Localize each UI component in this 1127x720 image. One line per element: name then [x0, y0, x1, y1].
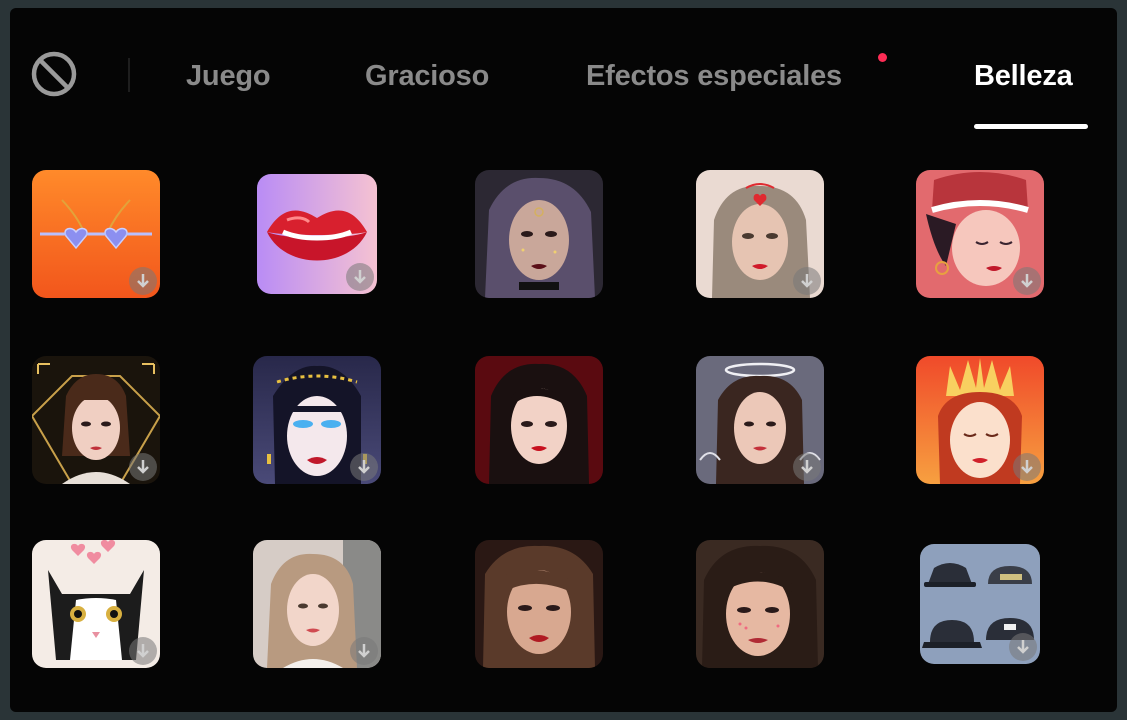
download-icon[interactable]	[129, 453, 157, 481]
effect-blonde-heart[interactable]	[696, 170, 824, 298]
effect-cat-hearts[interactable]	[32, 540, 160, 668]
face-portrait	[696, 540, 824, 668]
download-icon[interactable]	[129, 267, 157, 295]
effect-angel-halo[interactable]	[696, 356, 824, 484]
effect-hats[interactable]	[920, 544, 1040, 664]
effect-category-tabs: Juego Gracioso Efectos especiales Bellez…	[10, 8, 1117, 148]
effect-sun-crown[interactable]	[916, 356, 1044, 484]
download-icon[interactable]	[129, 637, 157, 665]
face-portrait	[475, 356, 603, 484]
effect-red-lips[interactable]	[257, 174, 377, 294]
face-portrait	[475, 170, 603, 298]
download-icon[interactable]	[1013, 267, 1041, 295]
effect-dark-makeup[interactable]	[475, 170, 603, 298]
download-icon[interactable]	[350, 453, 378, 481]
effect-sparkle-freckles[interactable]	[696, 540, 824, 668]
effect-red-lip-beauty[interactable]	[475, 356, 603, 484]
effect-cartoon-hat-girl[interactable]	[916, 170, 1044, 298]
download-icon[interactable]	[1013, 453, 1041, 481]
download-icon[interactable]	[793, 267, 821, 295]
effect-soft-glow[interactable]	[253, 540, 381, 668]
effect-egyptian-queen[interactable]	[253, 356, 381, 484]
tab-gracioso[interactable]: Gracioso	[365, 56, 489, 96]
download-icon[interactable]	[350, 637, 378, 665]
effect-gold-frame[interactable]	[32, 356, 160, 484]
tab-divider	[128, 58, 130, 92]
tab-juego[interactable]: Juego	[186, 56, 271, 96]
new-indicator-dot	[878, 53, 887, 62]
effects-panel: Juego Gracioso Efectos especiales Bellez…	[10, 8, 1117, 712]
face-portrait	[475, 540, 603, 668]
effect-glam-makeup[interactable]	[475, 540, 603, 668]
tab-belleza[interactable]: Belleza	[974, 56, 1073, 96]
download-icon[interactable]	[793, 453, 821, 481]
effect-heart-sunglasses[interactable]	[32, 170, 160, 298]
tab-efectos-especiales[interactable]: Efectos especiales	[586, 56, 842, 96]
active-tab-underline	[974, 124, 1088, 129]
no-effect-icon[interactable]	[30, 50, 78, 98]
download-icon[interactable]	[1009, 633, 1037, 661]
download-icon[interactable]	[346, 263, 374, 291]
